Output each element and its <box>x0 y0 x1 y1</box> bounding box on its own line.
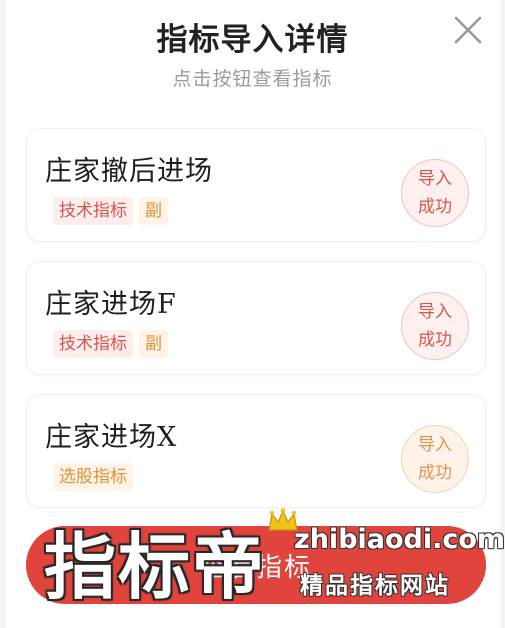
tag-stock-selection: 选股指标 <box>53 463 133 491</box>
dialog-subtitle: 点击按钮查看指标 <box>172 68 333 90</box>
dialog-title: 指标导入详情 <box>156 22 349 58</box>
import-success-stamp: 导入 成功 <box>401 292 469 360</box>
indicator-name: 庄家撤后进场 <box>45 156 213 187</box>
tag-technical: 技术指标 <box>53 197 133 225</box>
close-icon <box>454 16 482 44</box>
tag-list: 技术指标 副 <box>53 330 168 358</box>
view-indicators-button[interactable]: 查看指标 <box>26 526 486 604</box>
left-edge <box>0 0 6 628</box>
import-success-stamp: 导入 成功 <box>401 425 469 493</box>
tag-list: 选股指标 <box>53 463 133 491</box>
right-edge <box>501 0 505 628</box>
indicator-card[interactable]: 庄家进场X 选股指标 导入 成功 <box>26 394 486 508</box>
indicator-name: 庄家进场X <box>45 422 178 453</box>
tag-list: 技术指标 副 <box>53 197 168 225</box>
indicator-card[interactable]: 庄家进场F 技术指标 副 导入 成功 <box>26 261 486 375</box>
close-button[interactable] <box>450 12 486 48</box>
stamp-line2: 成功 <box>418 330 452 350</box>
stamp-line1: 导入 <box>418 302 452 322</box>
stamp-line1: 导入 <box>418 169 452 189</box>
tag-sub: 副 <box>139 197 168 225</box>
tag-technical: 技术指标 <box>53 330 133 358</box>
stamp-line2: 成功 <box>418 463 452 483</box>
indicator-card[interactable]: 庄家撤后进场 技术指标 副 导入 成功 <box>26 128 486 242</box>
tag-sub: 副 <box>139 330 168 358</box>
import-success-stamp: 导入 成功 <box>401 159 469 227</box>
indicator-name: 庄家进场F <box>45 289 177 320</box>
stamp-line1: 导入 <box>418 435 452 455</box>
stamp-line2: 成功 <box>418 197 452 217</box>
